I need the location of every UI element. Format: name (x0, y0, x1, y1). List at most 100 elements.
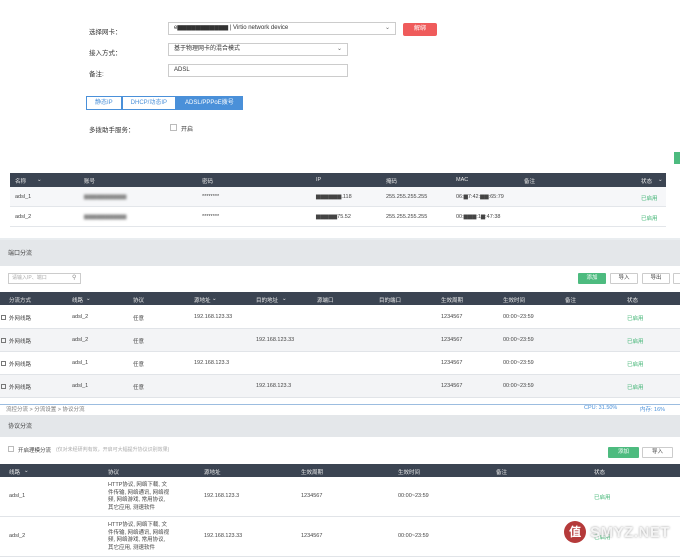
table-row[interactable]: adsl_1 ▆▆▆▆▆▆▆▆▆▆ ******** ▆▆▆▆▆▆.118 25… (10, 187, 666, 207)
status-badge: 已启用 (641, 216, 658, 222)
table-row[interactable]: 外网线路 adsl_2 任意 192.168.123.33 1234567 00… (0, 329, 680, 352)
col-account: 账号 (84, 179, 96, 185)
table-row[interactable]: adsl_1 HTTP协议, 网络下载, 文件传输, 网络通讯, 网络视频, 网… (0, 477, 680, 517)
col-dst-port: 目的端口 (379, 298, 402, 304)
row-checkbox[interactable] (1, 338, 6, 343)
col-period: 生效周期 (441, 298, 464, 304)
cell-ip: ▆▆▆▆▆75.52 (316, 214, 351, 220)
status-badge: 已启用 (594, 495, 611, 501)
row-checkbox[interactable] (1, 384, 6, 389)
tab-dhcp[interactable]: DHCP/动态IP (121, 96, 177, 110)
table-row[interactable]: 外网线路 adsl_2 任意 192.168.123.33 1234567 00… (0, 306, 680, 329)
col-remark: 备注 (496, 470, 508, 476)
tab-adsl-pppoe[interactable]: ADSL/PPPoE拨号 (176, 96, 243, 110)
sort-icon[interactable]: ⌄ (282, 296, 287, 302)
search-input[interactable]: 请输入IP、端口 (8, 273, 81, 284)
table-row[interactable]: 外网线路 adsl_1 任意 192.168.123.3 1234567 00:… (0, 352, 680, 375)
cell-name: adsl_2 (15, 214, 32, 220)
add-button[interactable]: 添加 (608, 447, 639, 458)
col-time: 生效时间 (398, 470, 421, 476)
protocol-split-panel: 流控分流 > 分流设置 > 协议分流 CPU: 31.50% 内存: 16% 协… (0, 404, 680, 557)
remark-input[interactable]: ADSL (168, 64, 348, 77)
export-button[interactable]: 导出 (642, 273, 670, 284)
sort-icon[interactable]: ⌄ (212, 296, 217, 302)
watermark-text: SMYZ.NET (590, 523, 670, 541)
cell-src: 192.168.123.33 (204, 533, 243, 539)
smart-split-checkbox[interactable] (8, 446, 14, 452)
col-status: 状态 (594, 470, 606, 476)
more-button[interactable] (673, 273, 680, 284)
col-src: 源地址 (194, 298, 211, 304)
add-button[interactable]: 添加 (578, 273, 606, 284)
col-line: 线路 (9, 470, 21, 476)
status-badge: 已启用 (627, 385, 644, 391)
col-time: 生效时间 (503, 298, 526, 304)
protocol-table-header: 线路 ⌄ 协议 源地址 生效周期 生效时间 备注 状态 (0, 464, 680, 477)
smart-split-label: 开启理模分流 (18, 448, 52, 454)
port-split-title: 端口分流 (0, 240, 680, 266)
cell-src: 192.168.123.3 (194, 360, 230, 366)
row-checkbox[interactable] (1, 361, 6, 366)
col-name: 名称 (15, 179, 27, 185)
unbind-button[interactable]: 解绑 (403, 23, 437, 36)
sort-icon[interactable]: ⌄ (37, 177, 42, 183)
table-row[interactable]: adsl_2 ▆▆▆▆▆▆▆▆▆▆ ******** ▆▆▆▆▆75.52 25… (10, 207, 666, 227)
status-badge: 已启用 (627, 339, 644, 345)
cell-mask: 255.255.255.255 (386, 194, 428, 200)
cell-account: ▆▆▆▆▆▆▆▆▆▆ (84, 214, 127, 220)
chevron-down-icon: ⌄ (336, 46, 342, 52)
import-button[interactable]: 导入 (642, 447, 673, 458)
status-badge: 已启用 (627, 362, 644, 368)
protocol-split-title: 协议分流 (0, 415, 680, 437)
col-src-port: 源端口 (317, 298, 334, 304)
sort-icon[interactable]: ⌄ (86, 296, 91, 302)
col-password: 密码 (202, 179, 214, 185)
cell-protocol: 任意 (133, 339, 145, 345)
cell-period: 1234567 (441, 360, 463, 366)
import-button[interactable]: 导入 (610, 273, 638, 284)
cell-protocol: 任意 (133, 316, 145, 322)
cpu-status: CPU: 31.50% (584, 405, 618, 411)
table-row[interactable]: 外网线路 adsl_1 任意 192.168.123.3 1234567 00:… (0, 375, 680, 398)
cell-split-mode: 外网线路 (9, 362, 32, 368)
smart-split-hint: (仅对未经研判有效，开启可大幅提升协议识别效果) (56, 447, 170, 453)
breadcrumb: 流控分流 > 分流设置 > 协议分流 (6, 407, 85, 413)
access-mode-select[interactable]: 基于物理网卡的混合模式 ⌄ (168, 43, 348, 56)
nic-label: 选择网卡： (89, 29, 122, 36)
cell-time: 00:00~23:59 (503, 337, 534, 343)
sort-icon[interactable]: ⌄ (658, 177, 663, 183)
nic-select[interactable]: e▆▆▆▆▆▆▆▆▆▆▆ | Virtio network device ⌄ (168, 22, 396, 35)
cell-line: adsl_1 (9, 493, 26, 499)
col-dst: 目的地址 (256, 298, 279, 304)
memory-status: 内存: 16% (640, 407, 666, 413)
cell-name: adsl_1 (15, 194, 32, 200)
search-icon[interactable]: ⚲ (72, 274, 76, 281)
site-watermark: 值 SMYZ.NET (564, 521, 670, 543)
watermark-logo-icon: 值 (564, 521, 587, 543)
cell-time: 00:00~23:59 (398, 493, 429, 499)
cell-account: ▆▆▆▆▆▆▆▆▆▆ (84, 194, 127, 200)
cell-mac: 00:▆▆▆:1▆:47:38 (456, 214, 501, 220)
cell-time: 00:00~23:59 (503, 314, 534, 320)
cell-time: 00:00~23:59 (503, 383, 534, 389)
col-split-mode: 分流方式 (9, 298, 32, 304)
cell-period: 1234567 (301, 493, 323, 499)
cell-split-mode: 外网线路 (9, 339, 32, 345)
cell-line: adsl_2 (72, 314, 89, 320)
tab-static-ip[interactable]: 静态IP (86, 96, 122, 110)
multi-service-label: 多拨助手服务： (89, 127, 135, 134)
multi-service-checkbox[interactable] (170, 124, 177, 131)
cell-period: 1234567 (441, 337, 463, 343)
cell-ip: ▆▆▆▆▆▆.118 (316, 194, 352, 200)
row-checkbox[interactable] (1, 315, 6, 320)
cell-period: 1234567 (301, 533, 323, 539)
enable-label: 开启 (181, 127, 194, 133)
edge-button[interactable] (674, 152, 680, 164)
cell-time: 00:00~23:59 (398, 533, 429, 539)
nic-select-value: e▆▆▆▆▆▆▆▆▆▆▆ | Virtio network device (174, 25, 289, 31)
status-badge: 已启用 (627, 316, 644, 322)
port-split-table-header: 分流方式 线路 ⌄ 协议 源地址 ⌄ 目的地址 ⌄ 源端口 目的端口 生效周期 … (0, 292, 680, 305)
col-protocol: 协议 (133, 298, 145, 304)
cell-mask: 255.255.255.255 (386, 214, 428, 220)
sort-icon[interactable]: ⌄ (24, 468, 29, 474)
